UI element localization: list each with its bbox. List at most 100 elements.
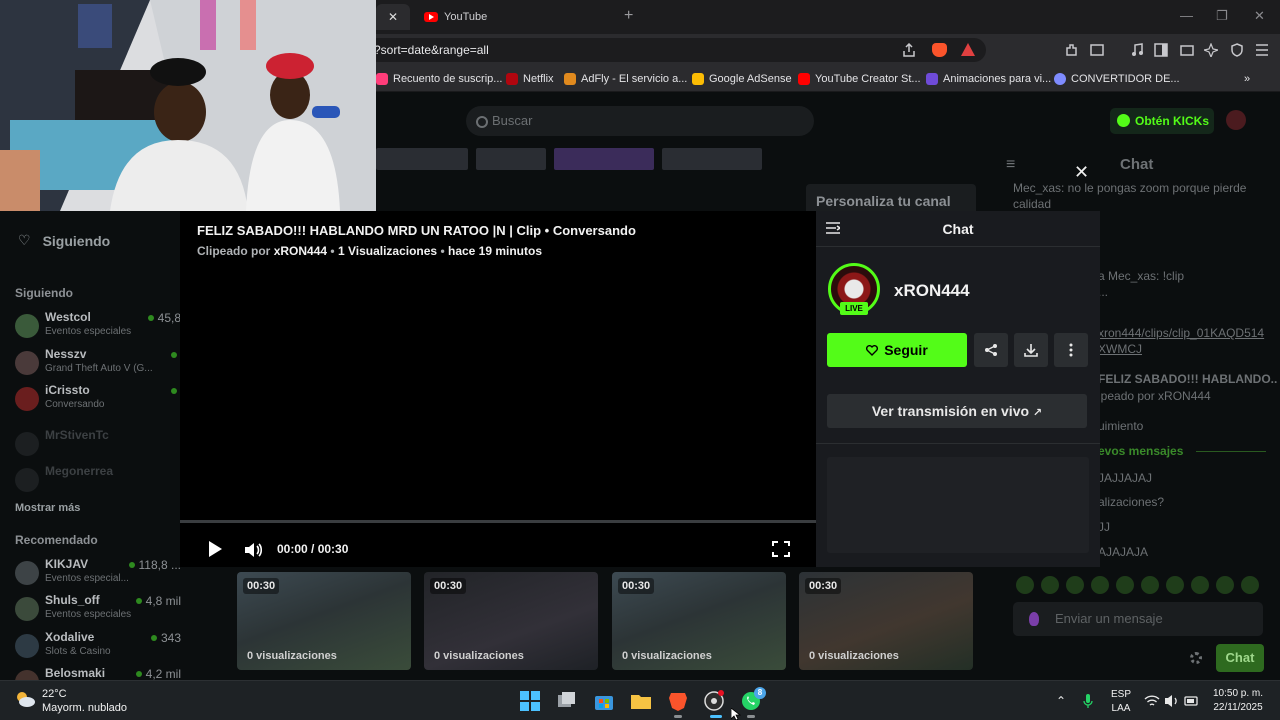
clock-time[interactable]: 10:50 p. m. <box>1206 688 1270 699</box>
sidebar-channel[interactable]: Nesszv Grand Theft Auto V (G... <box>15 347 181 379</box>
screenshot-icon[interactable] <box>1090 43 1104 57</box>
clip-thumbnail[interactable]: 00:30 0 visualizaciones <box>799 572 973 670</box>
watch-live-button[interactable]: Ver transmisión en vivo ↗ <box>827 394 1087 428</box>
maximize-icon[interactable]: ❐ <box>1216 8 1228 24</box>
streamer-name[interactable]: xRON444 <box>894 281 970 301</box>
brave-rewards-icon[interactable] <box>961 43 975 56</box>
weather-condition[interactable]: Mayorm. nublado <box>42 702 127 714</box>
clip-thumbnail[interactable]: 00:30 0 visualizaciones <box>237 572 411 670</box>
keyboard-layout[interactable]: LAA <box>1108 703 1134 714</box>
emote-icon[interactable] <box>1216 576 1234 594</box>
battery-icon[interactable] <box>1184 695 1200 707</box>
get-kicks-button[interactable]: Obtén KICKs <box>1110 108 1214 134</box>
tab-active[interactable]: ✕ <box>376 4 410 30</box>
clip-meta: Clipeado por xRON444 • 1 Visualizaciones… <box>197 244 543 258</box>
bookmark-item[interactable]: YouTube Creator St... <box>798 73 921 85</box>
following-section-title: Siguiendo <box>15 286 73 300</box>
url-field[interactable]: ?sort=date&range=all <box>366 38 986 62</box>
wifi-icon[interactable] <box>1144 694 1160 708</box>
clip-thumbnail[interactable]: 00:30 0 visualizaciones <box>424 572 598 670</box>
vpn-shield-icon[interactable] <box>1230 43 1244 57</box>
emote-icon[interactable] <box>1091 576 1109 594</box>
share-button[interactable] <box>974 333 1008 367</box>
chevron-up-icon[interactable]: ⌃ <box>1056 694 1066 708</box>
more-options-button[interactable] <box>1054 333 1088 367</box>
emote-icon[interactable] <box>1066 576 1084 594</box>
download-button[interactable] <box>1014 333 1048 367</box>
leo-ai-icon[interactable] <box>1204 43 1218 57</box>
bookmark-item[interactable]: Netflix <box>506 73 554 85</box>
volume-icon[interactable] <box>244 542 262 558</box>
sidebar-channel-offline[interactable]: MrStivenTc <box>15 428 181 460</box>
input-language[interactable]: ESP <box>1108 689 1134 700</box>
sidebar-channel[interactable]: KIKJAV Eventos especial... 118,8 ... <box>15 557 181 589</box>
emote-icon[interactable] <box>1241 576 1259 594</box>
app-running-indicator <box>747 715 755 718</box>
sidebar-channel[interactable]: Westcol Eventos especiales 45,8 <box>15 310 181 342</box>
sidebar-channel[interactable]: iCrissto Conversando <box>15 383 181 415</box>
task-view-icon[interactable] <box>556 690 578 712</box>
bookmark-item[interactable]: Animaciones para vi... <box>926 73 1051 85</box>
wallet-icon[interactable] <box>1180 43 1194 57</box>
sidebar-channel[interactable]: Shuls_off Eventos especiales 4,8 mil <box>15 593 181 625</box>
search-input[interactable]: Buscar <box>466 106 814 136</box>
bookmark-item[interactable]: CONVERTIDOR DE... <box>1054 73 1180 85</box>
emote-icon[interactable] <box>1166 576 1184 594</box>
chat-send-button[interactable]: Chat <box>1216 644 1264 672</box>
windows-start-icon[interactable] <box>519 690 541 712</box>
play-icon[interactable] <box>209 541 222 557</box>
bookmark-favicon-icon <box>376 73 388 85</box>
fullscreen-icon[interactable] <box>772 541 790 557</box>
share-icon[interactable] <box>902 43 916 57</box>
sidebar-channel-offline[interactable]: Megonerrea <box>15 464 181 496</box>
chat-message: alizaciones? <box>1098 495 1165 509</box>
emote-icon[interactable] <box>1041 576 1059 594</box>
follow-button[interactable]: Seguir <box>827 333 967 367</box>
chat-message: calidad <box>1013 197 1052 211</box>
file-explorer-icon[interactable] <box>630 690 652 712</box>
chat-link[interactable]: XWMCJ <box>1098 341 1142 357</box>
minimize-icon[interactable]: — <box>1180 8 1193 23</box>
clip-author-link[interactable]: xRON444 <box>274 244 327 258</box>
chat-collapse-icon[interactable]: ≡ <box>1006 156 1015 174</box>
bookmark-item[interactable]: Google AdSense <box>692 73 792 85</box>
emote-icon[interactable] <box>1141 576 1159 594</box>
weather-temperature[interactable]: 22°C <box>42 688 67 700</box>
tab-youtube[interactable]: YouTube <box>418 4 608 30</box>
bookmark-item[interactable]: AdFly - El servicio a... <box>564 73 687 85</box>
clock-date[interactable]: 22/11/2025 <box>1206 702 1270 713</box>
chat-message-input[interactable]: Enviar un mensaje <box>1013 602 1263 636</box>
avatar <box>15 597 39 621</box>
extensions-icon[interactable] <box>1064 43 1078 57</box>
brave-browser-icon[interactable] <box>667 690 689 712</box>
clip-thumbnail[interactable]: 00:30 0 visualizaciones <box>612 572 786 670</box>
clip-chat-header: Chat <box>816 211 1100 247</box>
clip-views: 1 Visualizaciones <box>337 244 438 258</box>
video-progress-bar[interactable] <box>180 520 816 523</box>
browser-menu-icon[interactable] <box>1255 44 1269 56</box>
emote-icon[interactable] <box>1191 576 1209 594</box>
following-header[interactable]: ♡ Siguiendo <box>18 232 110 249</box>
partly-cloudy-icon[interactable] <box>14 690 36 708</box>
emote-icon[interactable] <box>1116 576 1134 594</box>
speaker-icon[interactable] <box>1164 694 1180 708</box>
new-tab-icon[interactable]: + <box>624 7 633 25</box>
show-more-link[interactable]: Mostrar más <box>15 502 80 514</box>
user-avatar[interactable] <box>1226 110 1246 130</box>
close-window-icon[interactable]: ✕ <box>1254 8 1265 24</box>
microphone-icon[interactable] <box>1083 693 1093 709</box>
chat-settings-icon[interactable] <box>1190 652 1202 664</box>
tab-close-icon[interactable]: ✕ <box>388 10 398 24</box>
video-time: 00:00 / 00:30 <box>277 542 349 556</box>
obs-studio-icon[interactable] <box>703 690 725 712</box>
sidebar-icon[interactable] <box>1154 43 1168 57</box>
more-bookmarks-icon[interactable]: » <box>1244 73 1250 85</box>
music-icon[interactable] <box>1130 43 1144 57</box>
microsoft-store-icon[interactable] <box>593 690 615 712</box>
recommended-section-title: Recomendado <box>15 533 98 547</box>
emote-icon[interactable] <box>1016 576 1034 594</box>
bookmark-item[interactable]: Recuento de suscrip... <box>376 73 502 85</box>
chat-link[interactable]: xron444/clips/clip_01KAQD514 <box>1098 325 1264 341</box>
brave-shields-icon[interactable] <box>932 43 947 57</box>
sidebar-channel[interactable]: Xodalive Slots & Casino 343 <box>15 630 181 662</box>
